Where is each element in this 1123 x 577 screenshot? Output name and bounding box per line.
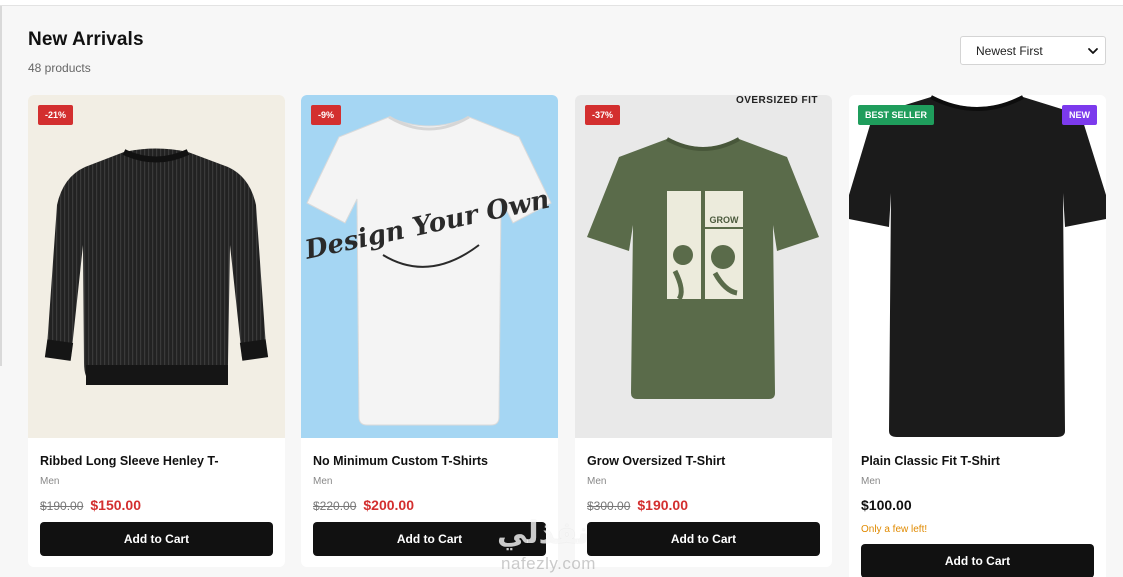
sweater-image (44, 148, 269, 385)
sort-select[interactable]: Newest First (960, 36, 1106, 65)
product-name[interactable]: No Minimum Custom T-Shirts (313, 454, 488, 468)
price-group: $100.00 (861, 497, 912, 513)
add-to-cart-button[interactable]: Add to Cart (313, 522, 546, 556)
product-name[interactable]: Plain Classic Fit T-Shirt (861, 454, 1000, 468)
black-tshirt-image (849, 95, 1106, 437)
original-price: $300.00 (587, 499, 631, 513)
add-to-cart-button[interactable]: Add to Cart (40, 522, 273, 556)
original-price: $190.00 (40, 499, 84, 513)
discount-badge: -21% (38, 105, 74, 125)
price: $100.00 (861, 497, 912, 513)
page-title: New Arrivals (28, 29, 144, 50)
product-category: Men (587, 476, 607, 487)
price-group: $220.00 $200.00 (313, 497, 414, 513)
product-category: Men (861, 476, 881, 487)
product-card[interactable]: GROW OVERSIZED FIT -37% Grow Oversized T… (575, 95, 832, 567)
product-count: 48 products (28, 61, 91, 75)
sale-price: $200.00 (363, 497, 414, 513)
price-group: $300.00 $190.00 (587, 497, 688, 513)
sort-select-value: Newest First (976, 43, 1043, 58)
product-name[interactable]: Ribbed Long Sleeve Henley T- (40, 454, 219, 468)
white-tshirt-image: Design Your Own (301, 115, 552, 426)
product-image[interactable]: -21% (28, 95, 285, 438)
top-border (0, 0, 1123, 6)
product-card[interactable]: BEST SELLER NEW Plain Classic Fit T-Shir… (849, 95, 1106, 577)
discount-badge: -9% (311, 105, 342, 125)
add-to-cart-button[interactable]: Add to Cart (587, 522, 820, 556)
price-group: $190.00 $150.00 (40, 497, 141, 513)
left-border (0, 6, 2, 366)
product-image[interactable]: BEST SELLER NEW (849, 95, 1106, 438)
product-category: Men (313, 476, 333, 487)
add-to-cart-button[interactable]: Add to Cart (861, 544, 1094, 577)
product-card[interactable]: -21% Ribbed Long Sleeve Henley T- Men $1… (28, 95, 285, 567)
original-price: $220.00 (313, 499, 357, 513)
stock-warning: Only a few left! (861, 524, 928, 535)
sale-price: $150.00 (90, 497, 141, 513)
discount-badge: -37% (585, 105, 621, 125)
green-tshirt-image: GROW (587, 137, 819, 399)
fit-label: OVERSIZED FIT (735, 95, 818, 106)
product-grid: -21% Ribbed Long Sleeve Henley T- Men $1… (28, 95, 1106, 577)
product-name[interactable]: Grow Oversized T-Shirt (587, 454, 725, 468)
product-card[interactable]: Design Your Own -9% No Minimum Custom T-… (301, 95, 558, 567)
new-badge: NEW (1062, 105, 1097, 125)
sale-price: $190.00 (637, 497, 688, 513)
product-image[interactable]: GROW OVERSIZED FIT -37% (575, 95, 832, 438)
best-seller-badge: BEST SELLER (858, 105, 935, 125)
product-image[interactable]: Design Your Own -9% (301, 95, 558, 438)
product-category: Men (40, 476, 60, 487)
print-text: GROW (710, 215, 740, 225)
chevron-down-icon (1088, 48, 1098, 54)
